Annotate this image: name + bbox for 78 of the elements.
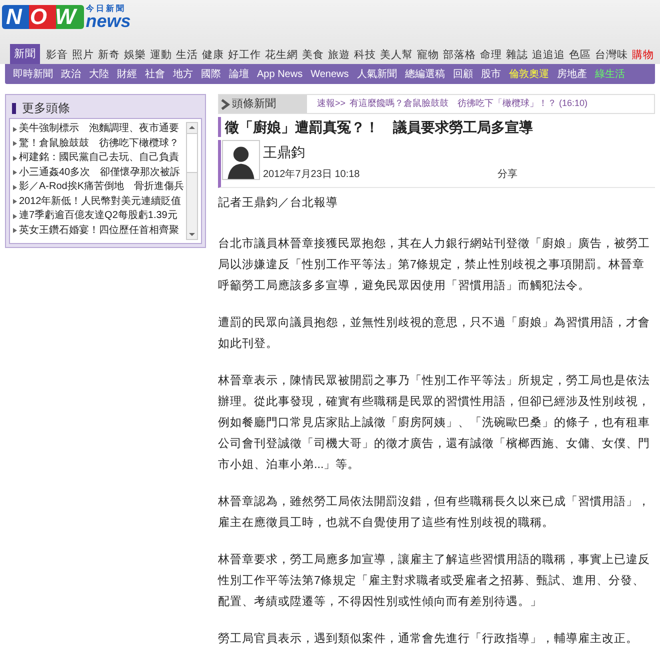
ticker-label: 速報>> — [317, 97, 346, 110]
nav-tab[interactable]: 新聞 — [10, 44, 40, 64]
nav-tab[interactable]: 好工作 — [226, 46, 263, 64]
share-link[interactable]: 分享 — [498, 167, 518, 182]
logo-suffix: news — [86, 13, 131, 29]
nav-tab[interactable]: 命理 — [478, 46, 504, 64]
publish-date: 2012年7月23日 10:18 — [263, 168, 360, 182]
nav-tab[interactable]: 色區 — [567, 46, 593, 64]
nav-tab[interactable]: 新奇 — [96, 46, 122, 64]
nav-tab[interactable]: 健康 — [200, 46, 226, 64]
author-name[interactable]: 王鼎鈞 — [263, 142, 655, 163]
nav-tab[interactable]: 科技 — [352, 46, 378, 64]
sidebar-title: 更多頭條 — [22, 100, 70, 117]
nav-link[interactable]: 地方 — [173, 66, 193, 82]
nav-link[interactable]: 大陸 — [89, 66, 109, 82]
nav-tab[interactable]: 運動 — [148, 46, 174, 64]
headline-link[interactable]: 連7季虧逾百億友達Q2每股虧1.39元 — [19, 209, 178, 224]
bullet-icon — [13, 199, 17, 204]
nav-link[interactable]: 論壇 — [229, 66, 249, 82]
bullet-icon — [13, 184, 17, 190]
bullet-icon — [13, 228, 17, 234]
title-marker — [12, 102, 16, 114]
nav-tab[interactable]: 美人幫 — [378, 46, 415, 64]
nav-link[interactable]: 綠生活 — [594, 66, 625, 82]
nav-link[interactable]: 總編選稿 — [404, 66, 445, 82]
headline-link[interactable]: 英女王鑽石婚宴！四位歷任首相齊聚 — [19, 224, 179, 238]
chevron-icon — [221, 98, 230, 110]
article-title: 徵「廚娘」遭罰真冤？！ 議員要求勞工局多宣導 — [218, 117, 655, 137]
bullet-icon — [13, 141, 17, 146]
nav-tab[interactable]: 台灣味 — [593, 46, 630, 64]
bullet-icon — [13, 214, 17, 219]
nav-link[interactable]: 倫敦奧運 — [508, 66, 549, 82]
nav-tab[interactable]: 美食 — [300, 46, 326, 64]
nav-link[interactable]: 社會 — [145, 66, 165, 82]
nav-tab[interactable]: 娛樂 — [122, 46, 148, 64]
nav-link[interactable]: 財經 — [117, 66, 137, 82]
headline-link[interactable]: 柯建銘：國民黨自己去玩、自己負責 — [19, 151, 179, 166]
nav-tab[interactable]: 寵物 — [415, 46, 441, 64]
headline-link[interactable]: 2012年新低！人民幣對美元連續貶值 — [19, 194, 182, 209]
article-paragraph: 林晉章認為，雖然勞工局依法開罰沒錯，但有些職稱長久以來已成「習慣用語」，雇主在應徵員工時，也就不自覺使用了這些有性別歧視的職稱。 — [218, 494, 651, 531]
headline-link[interactable]: 美牛強制標示 泡麵調理、夜市通要 — [19, 122, 179, 136]
nav-link[interactable]: 政治 — [61, 66, 81, 82]
nav-link[interactable]: 房地產 — [556, 66, 587, 82]
nav-link[interactable]: 回顧 — [452, 66, 473, 82]
nav-tab[interactable]: 生活 — [174, 46, 200, 64]
avatar-silhouette — [222, 140, 260, 180]
article-paragraph: 林晉章表示，陳情民眾被開罰之事乃「性別工作平等法」所規定，勞工局也是依法辦理。從此事發現，確實有些職稱是民眾的習慣性用語，但卻已經涉及性別歧視，例如餐廳門口常見店家貼上誠徵「廚房阿姨」、「洗碗歐巴桑」的條子，也有租車公司會刊登誠徵「司機大哥」的徵才廣告，還有誠徵「檳榔西施、女傭、女僕、門市小姐、泊車小弟...」等。 — [218, 373, 651, 473]
nav-tab[interactable]: 追追追 — [530, 46, 567, 64]
bullet-icon — [13, 170, 17, 176]
article-paragraph: 勞工局官員表示，遇到類似案件，通常會先進行「行政指導」，輔導雇主改正。 — [218, 631, 639, 647]
nav-link[interactable]: 即時新聞 — [13, 66, 53, 82]
nav-link[interactable]: 人氣新聞 — [356, 66, 397, 82]
nav-link[interactable]: App News — [257, 66, 303, 82]
headline-link[interactable]: 驚！倉鼠臉鼓鼓 彷彿吃下橄欖球？ — [19, 136, 179, 151]
logo-brand: NOW — [2, 5, 84, 29]
section-label: 頭條新聞 — [232, 96, 276, 112]
nav-tab[interactable]: 照片 — [70, 46, 96, 64]
nav-tab[interactable]: 購物 — [630, 46, 656, 64]
nav-link[interactable]: 股市 — [480, 66, 501, 82]
nav-link[interactable]: Wenews — [310, 66, 349, 82]
headline-link[interactable]: 影／A-Rod挨K痛苦倒地 骨折進傷兵 — [19, 180, 184, 194]
nav-tab[interactable]: 部落格 — [441, 46, 478, 64]
scrollbar[interactable] — [186, 122, 198, 240]
bullet-icon — [13, 156, 17, 161]
nav-tab[interactable]: 旅遊 — [326, 46, 352, 64]
ticker-link[interactable]: 有這麼饞嗎？倉鼠臉鼓鼓 彷彿吃下「橄欖球」！？ (16:10) — [350, 97, 588, 111]
byline: 記者王鼎鈞／台北報導 — [218, 195, 339, 211]
article-paragraph: 林晉章要求，勞工局應多加宣導，讓雇主了解這些習慣用語的職稱，事實上已違反性別工作平等法第7條規定「雇主對求職者或受雇者之招募、甄試、進用、分發、配置、考績或陞遷等，不得因性別或性傾向而有差別待遇。」 — [218, 552, 651, 610]
nav-tab[interactable]: 花生網 — [263, 46, 300, 64]
bullet-icon — [13, 126, 17, 132]
nav-link[interactable]: 國際 — [201, 66, 221, 82]
article-paragraph: 遭罰的民眾向議員抱怨，並無性別歧視的意思，只不過「廚娘」為習慣用語，才會如此刊登。 — [218, 315, 651, 352]
headline-link[interactable]: 小三通姦40多次 卻僅懷孕那次被訴 — [19, 166, 180, 180]
logo-tagline: 今日新聞 — [86, 4, 127, 13]
scroll-thumb[interactable] — [187, 133, 197, 173]
nav-tab[interactable]: 影音 — [44, 46, 70, 64]
article-paragraph: 台北市議員林晉章接獲民眾抱怨，其在人力銀行網站刊登徵「廚娘」廣告，被勞工局以涉嫌違反「性別工作平等法」第7條規定，禁止性別歧視之事項開罰。林晉章呼籲勞工局應該多多宣導，避免民眾因使用「習慣用語」而觸犯法令。 — [218, 236, 651, 294]
nav-tab[interactable]: 雜誌 — [504, 46, 530, 64]
